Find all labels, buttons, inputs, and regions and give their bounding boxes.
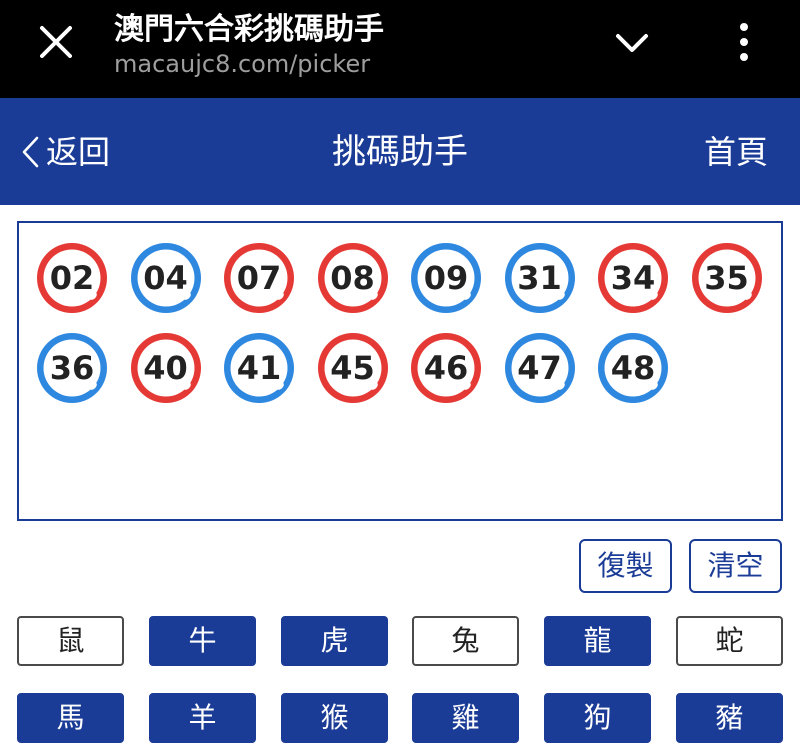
clear-button[interactable]: 清空 (689, 539, 782, 593)
close-icon[interactable] (36, 22, 76, 62)
number-ball[interactable]: 02 (35, 241, 109, 315)
number-ball[interactable]: 04 (129, 241, 203, 315)
zodiac-button[interactable]: 虎 (281, 616, 388, 666)
ball-number: 02 (49, 259, 95, 297)
ball-number: 34 (610, 259, 656, 297)
ball-number: 47 (517, 349, 562, 387)
zodiac-button[interactable]: 豬 (676, 693, 783, 743)
zodiac-button[interactable]: 狗 (544, 693, 651, 743)
browser-toolbar: 澳門六合彩挑碼助手 macaujc8.com/picker (0, 0, 800, 98)
ball-number: 07 (236, 259, 282, 297)
number-ball[interactable]: 08 (316, 241, 390, 315)
ball-number: 46 (423, 349, 469, 387)
number-ball[interactable]: 40 (129, 331, 203, 405)
ball-number: 48 (610, 349, 656, 387)
page-title: 挑碼助手 (332, 132, 468, 172)
ball-number: 45 (330, 349, 375, 387)
browser-page-title: 澳門六合彩挑碼助手 (114, 12, 384, 47)
number-ball[interactable]: 48 (596, 331, 670, 405)
zodiac-button[interactable]: 猴 (281, 693, 388, 743)
ball-number: 35 (704, 259, 749, 297)
zodiac-button[interactable]: 鼠 (17, 616, 124, 666)
ball-number: 04 (143, 259, 188, 297)
more-options-icon[interactable] (724, 20, 764, 64)
number-ball[interactable]: 34 (596, 241, 670, 315)
ball-number: 41 (236, 349, 282, 387)
number-ball[interactable]: 35 (690, 241, 764, 315)
browser-url[interactable]: macaujc8.com/picker (114, 50, 370, 78)
number-ball-list: 02 04 07 08 09 31 34 35 36 40 41 45 46 47 48 (35, 241, 775, 421)
ball-number: 31 (517, 259, 562, 297)
selected-numbers-panel: 02 04 07 08 09 31 34 35 36 40 41 45 46 47 48 (17, 221, 783, 521)
zodiac-button[interactable]: 馬 (17, 693, 124, 743)
chevron-down-icon[interactable] (612, 24, 652, 64)
ball-number: 09 (423, 259, 469, 297)
zodiac-button[interactable]: 雞 (412, 693, 519, 743)
number-ball[interactable]: 31 (503, 241, 577, 315)
ball-number: 08 (330, 259, 375, 297)
number-ball[interactable]: 41 (222, 331, 296, 405)
number-ball[interactable]: 07 (222, 241, 296, 315)
number-ball[interactable]: 47 (503, 331, 577, 405)
app-header: 返回 挑碼助手 首頁 (0, 98, 800, 205)
ball-number: 36 (49, 349, 95, 387)
home-button[interactable]: 首頁 (704, 132, 768, 172)
ball-number: 40 (143, 349, 188, 387)
number-ball[interactable]: 46 (409, 331, 483, 405)
zodiac-button[interactable]: 羊 (149, 693, 256, 743)
number-ball[interactable]: 09 (409, 241, 483, 315)
zodiac-button[interactable]: 蛇 (676, 616, 783, 666)
number-ball[interactable]: 36 (35, 331, 109, 405)
number-ball[interactable]: 45 (316, 331, 390, 405)
copy-button[interactable]: 復製 (579, 539, 672, 593)
zodiac-button[interactable]: 牛 (149, 616, 256, 666)
zodiac-button[interactable]: 兔 (412, 616, 519, 666)
zodiac-button[interactable]: 龍 (544, 616, 651, 666)
